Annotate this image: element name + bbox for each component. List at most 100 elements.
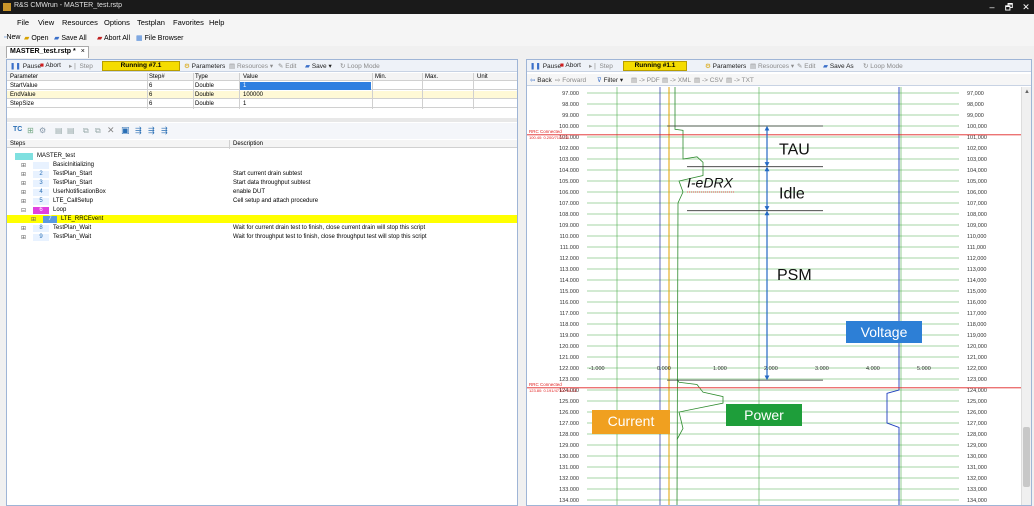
save-button[interactable]: ▰ Save ▾ xyxy=(305,62,332,70)
value-cell-selected[interactable] xyxy=(240,82,371,90)
expand-toggle-icon[interactable]: ⊞ xyxy=(31,216,36,223)
step-button[interactable]: ▸❘ Step xyxy=(69,62,93,70)
view-icon[interactable]: ▣ xyxy=(121,125,130,136)
list-item[interactable]: ⊟ 6 Loop xyxy=(7,206,517,214)
abort-button[interactable]: ■ Abort xyxy=(40,62,61,69)
list-item[interactable]: ⊞ 9 TestPlan_Wait Wait for throughput te… xyxy=(7,233,517,241)
expand-icon[interactable]: ⇶ xyxy=(135,126,142,135)
left-toolbar: ❚❚ Pause ■ Abort ▸❘ Step Running #7.1 ⚙ … xyxy=(7,60,517,72)
edit-icon: ✎ xyxy=(797,62,803,70)
menu-resources[interactable]: Resources xyxy=(62,18,98,27)
save-as-button[interactable]: ▰ Save As xyxy=(823,62,854,70)
menu-options[interactable]: Options xyxy=(104,18,130,27)
close-tab-icon[interactable]: × xyxy=(81,48,85,55)
table-row[interactable]: StartValue 6 Double 1 xyxy=(7,82,517,90)
menu-view[interactable]: View xyxy=(38,18,54,27)
scrollbar-thumb[interactable] xyxy=(1023,427,1030,487)
y-tick-label: 112.000 xyxy=(560,256,579,262)
minimize-button[interactable]: – xyxy=(984,1,1000,13)
copy-icon[interactable]: ⧉ xyxy=(83,126,89,136)
collapse-icon[interactable]: ⇶ xyxy=(148,126,155,135)
export-xml-button[interactable]: ▤ -> XML xyxy=(662,76,691,84)
loop-mode-button[interactable]: ↻ Loop Mode xyxy=(863,62,903,70)
scroll-up-icon[interactable]: ▲ xyxy=(1024,89,1030,95)
menu-help[interactable]: Help xyxy=(209,18,224,27)
expand-toggle-icon[interactable]: ⊞ xyxy=(21,180,26,187)
y-tick-label: 104.000 xyxy=(559,168,579,174)
edit-button[interactable]: ✎ Edit xyxy=(278,62,296,70)
collapse-toggle-icon[interactable]: ⊟ xyxy=(21,207,26,214)
step-button[interactable]: ▸❘ Step xyxy=(589,62,613,70)
list-item[interactable]: MASTER_test xyxy=(7,152,517,160)
vertical-scrollbar[interactable]: ▲ xyxy=(1021,87,1031,505)
parameters-button[interactable]: ⚙ Parameters xyxy=(184,62,225,70)
list-item[interactable]: ⊞ 2 TestPlan_Start Start current drain s… xyxy=(7,170,517,178)
y-tick-label: 100.000 xyxy=(559,124,579,130)
column-divider xyxy=(193,73,194,109)
y-tick-label: 127.000 xyxy=(559,421,579,427)
resources-button[interactable]: ▤ Resources ▾ xyxy=(229,62,273,70)
filter-button[interactable]: ⊽ Filter ▾ xyxy=(597,76,623,84)
file-browser-button[interactable]: ▦ File Browser xyxy=(136,34,183,42)
y-tick-label: 106.000 xyxy=(559,190,579,196)
resources-button[interactable]: ▤ Resources ▾ xyxy=(750,62,794,70)
expand-toggle-icon[interactable]: ⊞ xyxy=(21,198,26,205)
settings-icon[interactable]: ⚙ xyxy=(39,126,46,135)
expand-toggle-icon[interactable]: ⊞ xyxy=(21,171,26,178)
list-item[interactable]: ⊞ 3 TestPlan_Start Start data throughput… xyxy=(7,179,517,187)
list-item[interactable]: ⊞ BasicInitializing xyxy=(7,161,517,169)
table-row[interactable]: EndValue 6 Double 100000 xyxy=(7,91,517,99)
pause-button[interactable]: ❚❚ Pause xyxy=(530,62,561,70)
expand-toggle-icon[interactable]: ⊞ xyxy=(21,162,26,169)
step-icon: 9 xyxy=(33,233,49,241)
list-item[interactable]: ⊞ 4 UserNotificationBox enable DUT xyxy=(7,188,517,196)
menu-testplan[interactable]: Testplan xyxy=(137,18,165,27)
save-all-button[interactable]: ▰ Save All xyxy=(54,34,87,42)
forward-button[interactable]: ⇨ Forward xyxy=(555,76,586,84)
export-pdf-button[interactable]: ▤ -> PDF xyxy=(631,76,660,84)
folder-icon: ▰ xyxy=(24,35,30,42)
maximize-button[interactable]: 🗗 xyxy=(1001,1,1017,13)
menu-favorites[interactable]: Favorites xyxy=(173,18,204,27)
add-step-icon[interactable]: ⊞ xyxy=(27,126,34,135)
splitter[interactable] xyxy=(7,118,517,122)
export-csv-button[interactable]: ▤ -> CSV xyxy=(694,76,723,84)
step-icon xyxy=(33,161,49,169)
list-item-active[interactable]: ⊞ 7 LTE_RRCEvent xyxy=(7,215,517,223)
y-tick-label-right: 101,000 xyxy=(967,135,987,141)
tree-icon[interactable]: ⇶ xyxy=(161,126,168,135)
paste-icon[interactable]: ⧉ xyxy=(95,126,101,136)
current-drain-chart: 97.000 97,000 98.000 98,000 99.000 99,000 100.… xyxy=(527,87,1031,505)
tc-icon[interactable]: TC xyxy=(13,126,22,133)
close-window-button[interactable]: ✕ xyxy=(1018,1,1034,13)
step-icon: 2 xyxy=(33,170,49,178)
save-icon: ▰ xyxy=(305,62,310,70)
move-down-icon[interactable]: ▤ xyxy=(67,126,75,135)
menu-file[interactable]: File xyxy=(17,18,29,27)
col-max: Max. xyxy=(425,73,439,80)
y-tick-label: 103.000 xyxy=(559,157,579,163)
table-row[interactable]: StepSize 6 Double 1 xyxy=(7,100,517,108)
right-toolbar: ❚❚ Pause ■ Abort ▸❘ Step Running #1.1 ⚙ … xyxy=(527,60,1031,72)
pause-button[interactable]: ❚❚ Pause xyxy=(10,62,41,70)
expand-toggle-icon[interactable]: ⊞ xyxy=(21,189,26,196)
parameters-button[interactable]: ⚙ Parameters xyxy=(705,62,746,70)
abort-all-button[interactable]: ▰ Abort All xyxy=(97,34,130,42)
open-button[interactable]: ▰ Open xyxy=(24,34,48,42)
y-tick-label: 114.000 xyxy=(560,278,579,284)
loop-mode-button[interactable]: ↻ Loop Mode xyxy=(340,62,380,70)
edit-button[interactable]: ✎ Edit xyxy=(797,62,815,70)
delete-icon[interactable]: ✕ xyxy=(107,125,115,136)
new-button[interactable]: ▫New xyxy=(4,34,21,41)
tab-master-test[interactable]: MASTER_test.rstp * × xyxy=(6,46,89,58)
list-item[interactable]: ⊞ 5 LTE_CallSetup Cell setup and attach … xyxy=(7,197,517,205)
move-up-icon[interactable]: ▤ xyxy=(55,126,63,135)
value-input[interactable]: 1 xyxy=(243,83,246,89)
export-txt-button[interactable]: ▤ -> TXT xyxy=(726,76,754,84)
abort-button[interactable]: ■ Abort xyxy=(560,62,581,69)
expand-toggle-icon[interactable]: ⊞ xyxy=(21,225,26,232)
expand-toggle-icon[interactable]: ⊞ xyxy=(21,234,26,241)
list-item[interactable]: ⊞ 8 TestPlan_Wait Wait for current drain… xyxy=(7,224,517,232)
back-button[interactable]: ⇦ Back xyxy=(530,76,552,84)
y-tick-label-right: 107,000 xyxy=(967,201,987,207)
